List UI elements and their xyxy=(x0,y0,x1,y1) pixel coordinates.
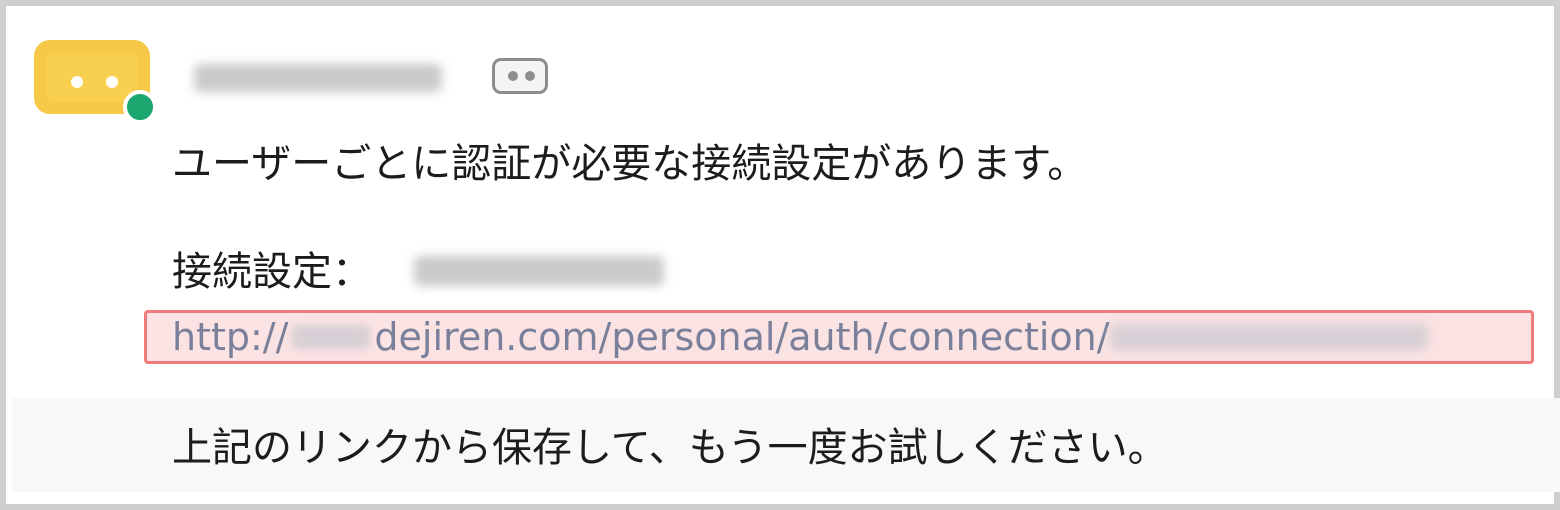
link-path[interactable]: dejiren.com/personal/auth/connection/ xyxy=(374,311,1109,363)
sender-name-redacted[interactable] xyxy=(194,64,442,92)
bot-badge-icon xyxy=(492,58,548,94)
message-line-auth-required: ユーザーごとに認証が必要な接続設定があります。 xyxy=(172,141,1088,187)
auth-connection-link[interactable]: http:// dejiren.com/personal/auth/connec… xyxy=(172,311,1110,363)
link-token-redacted[interactable] xyxy=(1110,324,1428,350)
connection-name-redacted xyxy=(414,256,664,286)
online-status-icon xyxy=(123,90,157,124)
avatar-eye-left xyxy=(71,76,83,88)
link-prefix[interactable]: http:// xyxy=(172,311,288,363)
message-card: ユーザーごとに認証が必要な接続設定があります。 接続設定： http:// de… xyxy=(0,0,1560,510)
bot-badge-dot-left xyxy=(508,71,518,81)
message-line-retry: 上記のリンクから保存して、もう一度お試しください。 xyxy=(172,425,1168,471)
link-host-redacted[interactable] xyxy=(292,325,371,349)
bot-badge-dot-right xyxy=(525,71,535,81)
avatar-eye-right xyxy=(106,76,118,88)
bot-face-icon xyxy=(46,52,138,102)
connection-setting-label: 接続設定： xyxy=(172,249,372,295)
